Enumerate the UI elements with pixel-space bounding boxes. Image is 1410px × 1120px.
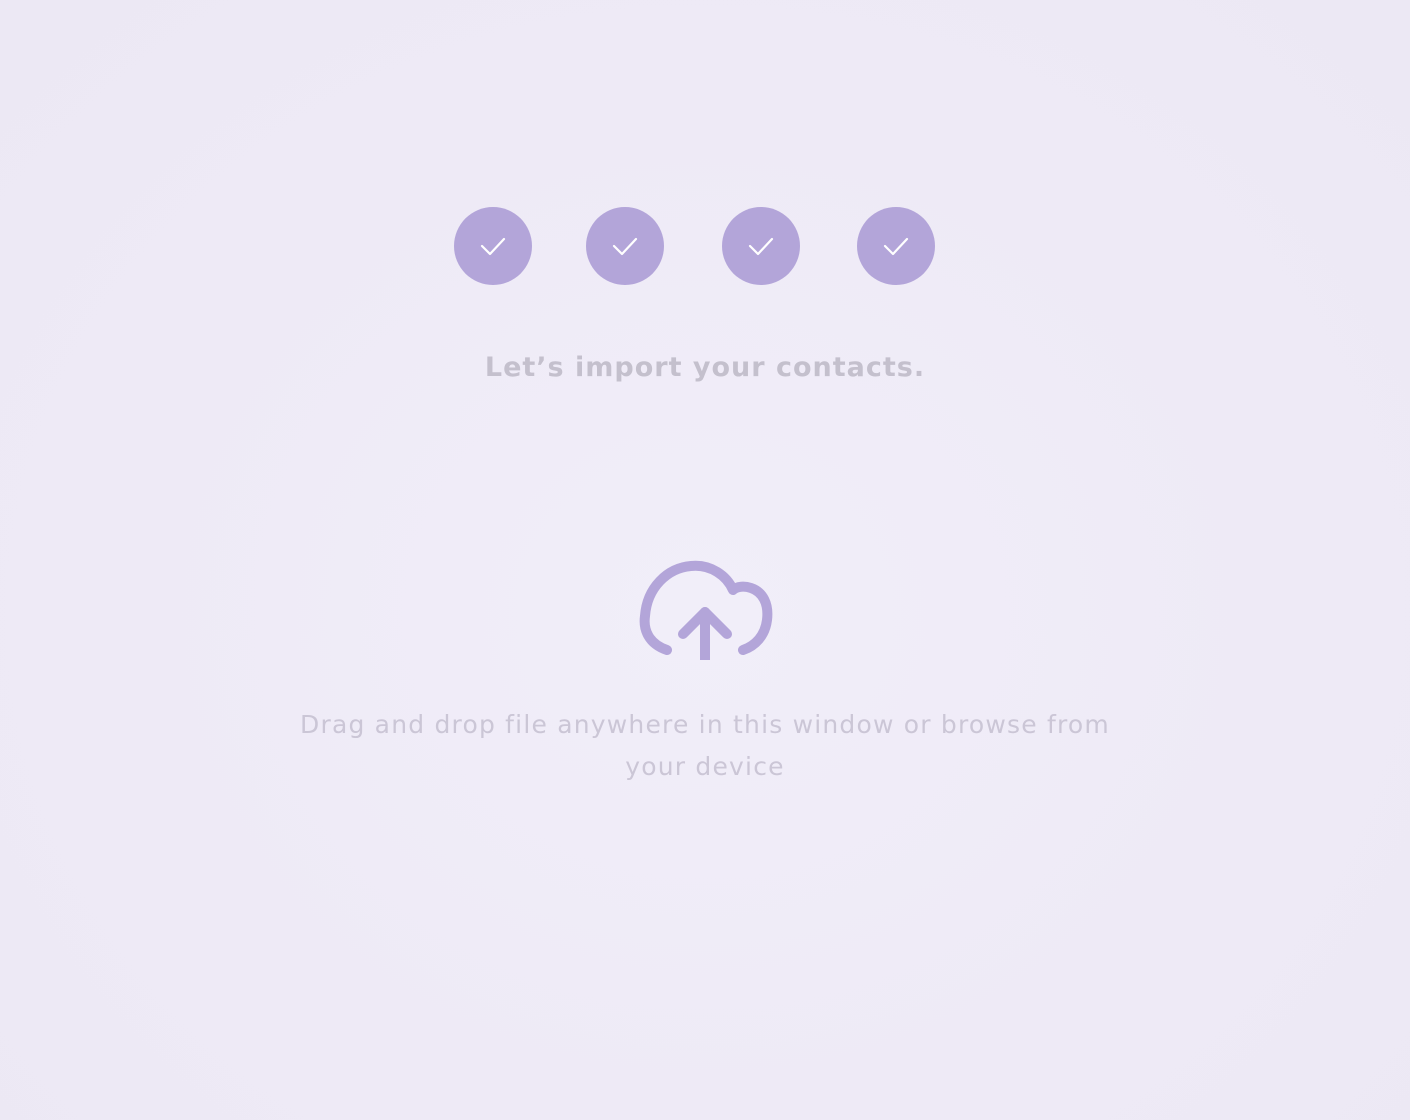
check-icon	[480, 237, 506, 256]
check-icon	[748, 237, 774, 256]
check-icon	[612, 237, 638, 256]
step-4-complete[interactable]	[857, 207, 935, 285]
cloud-upload-icon	[639, 560, 773, 660]
check-icon	[883, 237, 909, 256]
file-dropzone[interactable]: Drag and drop file anywhere in this wind…	[300, 540, 1110, 800]
page-title: Let’s import your contacts.	[484, 352, 926, 383]
step-3-complete[interactable]	[722, 207, 800, 285]
step-1-complete[interactable]	[454, 207, 532, 285]
progress-steps	[454, 207, 936, 285]
import-contacts-page: Let’s import your contacts. Drag and dro…	[0, 0, 1410, 1120]
dropzone-instructions: Drag and drop file anywhere in this wind…	[300, 710, 1110, 781]
step-2-complete[interactable]	[586, 207, 664, 285]
